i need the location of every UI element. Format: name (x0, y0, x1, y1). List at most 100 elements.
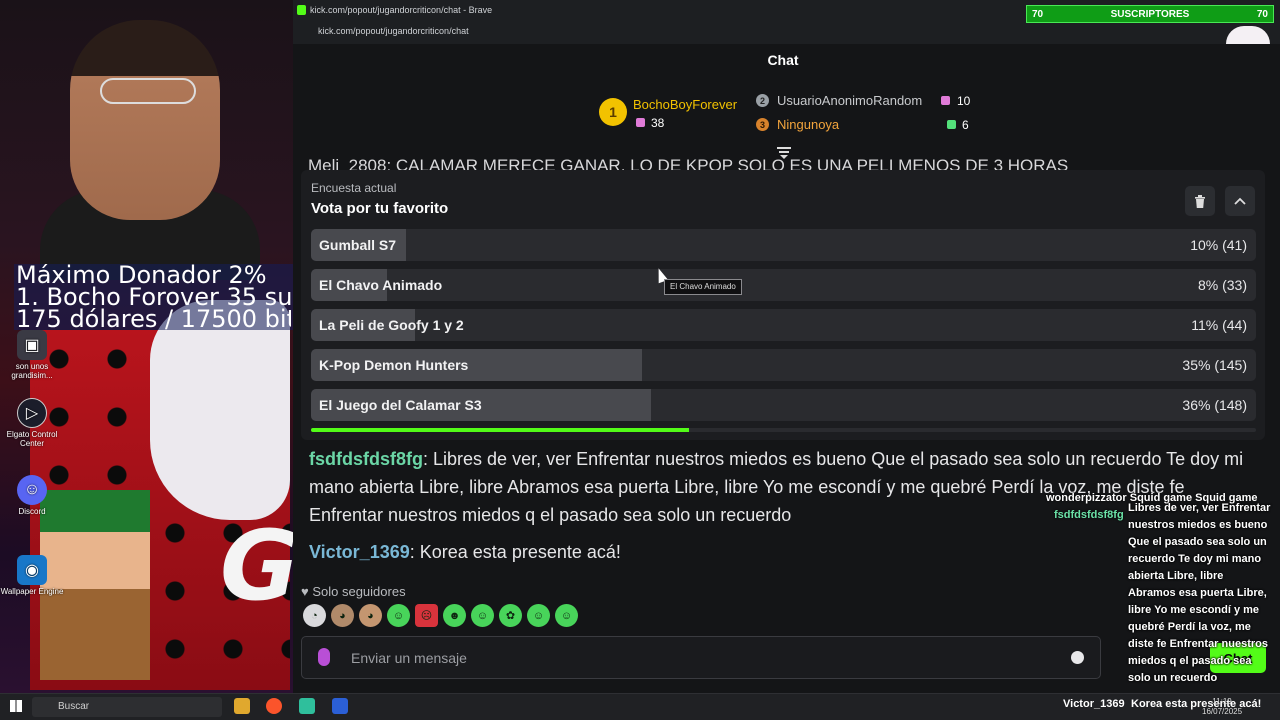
followers-only-label: Solo seguidores (312, 584, 406, 599)
desktop-icon[interactable]: ▷ Elgato Control Center (0, 398, 64, 448)
emote-icon[interactable]: ☺ (471, 604, 494, 627)
chat-colon: : (409, 542, 420, 562)
chat-text: Korea esta presente acá! (419, 542, 621, 562)
overlay-chat-text: Libres de ver, ver Enfrentar nuestros mi… (1128, 502, 1271, 684)
donor-line: 1. Bocho Forover 35 subs/ (16, 286, 291, 308)
streamer-glasses (100, 78, 196, 104)
desktop-icon-label: Wallpaper Engine (0, 587, 64, 596)
poll-option-label: K-Pop Demon Hunters (319, 357, 469, 373)
gift-icon (941, 96, 950, 105)
emote-icon[interactable]: ✿ (499, 604, 522, 627)
window-title: kick.com/popout/jugandorcriticon/chat - … (310, 5, 493, 15)
overlay-chat-prev-user: wonderpizzator (1046, 492, 1127, 504)
streamer-face (70, 20, 220, 220)
poll-label: Encuesta actual (311, 181, 397, 195)
brave-browser-icon[interactable] (266, 698, 282, 714)
chat-message: Victor_1369: Korea esta presente acá! (309, 538, 1254, 566)
taskbar-search-label: Buscar (58, 701, 90, 712)
donor-title: Máximo Donador 2% (16, 264, 267, 286)
subscriber-counter: 70 SUSCRIPTORES 70 (1026, 5, 1274, 23)
poll-time-progress (311, 428, 1256, 432)
emote-icon[interactable]: ◕ (331, 604, 354, 627)
start-windows-icon[interactable] (10, 700, 22, 712)
followers-only-notice: ♥ Solo seguidores (301, 584, 406, 599)
trash-icon (1195, 194, 1205, 208)
address-bar[interactable]: kick.com/popout/jugandorcriticon/chat (318, 26, 469, 36)
desktop-icon[interactable]: ▣ son unos grandisim... (0, 330, 64, 380)
leader-count-1: 38 (651, 116, 665, 130)
poll-time-progress-fill (311, 428, 689, 432)
chat-username[interactable]: fsdfdsfdsf8fg (309, 449, 423, 469)
microphone-icon[interactable] (318, 648, 330, 666)
gift-leaderboard: 1 BochoBoyForever 38 2 UsuarioAnonimoRan… (293, 90, 1280, 146)
poll-option-result: 10% (41) (1190, 237, 1247, 253)
kick-logo-icon (297, 5, 306, 15)
wallpaper-engine-icon: ◉ (17, 555, 47, 585)
anime-character (150, 300, 290, 520)
poll-option-result: 36% (148) (1182, 397, 1247, 413)
elgato-icon: ▷ (17, 398, 47, 428)
taskbar-search[interactable]: Buscar (32, 697, 222, 717)
emote-bar: ◔ ◕ ◕ ☺ ☹ ☻ ☺ ✿ ☺ ☺ (303, 604, 578, 630)
emote-icon[interactable]: ◔ (303, 604, 326, 627)
rank-badge-1: 1 (599, 98, 627, 126)
poll-option-result: 35% (145) (1182, 357, 1247, 373)
desktop-icon[interactable]: ◉ Wallpaper Engine (0, 555, 64, 596)
desktop-icon[interactable]: ☺ Discord (0, 475, 64, 516)
emote-icon[interactable]: ☺ (555, 604, 578, 627)
chevron-up-icon (1234, 197, 1246, 205)
overlay-chat-user: fsdfdsfdsf8fg (1054, 509, 1124, 521)
poll-option[interactable]: K-Pop Demon Hunters 35% (145) (311, 349, 1256, 381)
poll-title: Vota por tu favorito (311, 200, 449, 217)
desktop-icon-label: son unos grandisim... (11, 362, 53, 380)
image-thumb-icon: ▣ (17, 330, 47, 360)
file-explorer-icon[interactable] (234, 698, 250, 714)
poll-option-label: Gumball S7 (319, 237, 397, 253)
gift-icon (947, 120, 956, 129)
leader-name-1[interactable]: BochoBoyForever (633, 97, 737, 112)
poll-option[interactable]: La Peli de Goofy 1 y 2 11% (44) (311, 309, 1256, 341)
poll-option-result: 8% (33) (1197, 277, 1247, 293)
leader-count-3: 6 (962, 118, 969, 132)
collapse-poll-button[interactable] (1225, 186, 1255, 216)
poll-option-label: El Chavo Animado (319, 277, 443, 293)
delete-poll-button[interactable] (1185, 186, 1215, 216)
message-input[interactable] (351, 647, 1051, 669)
desktop-icon-label: Elgato Control Center (6, 430, 58, 448)
emote-icon[interactable]: ☻ (443, 604, 466, 627)
emoji-picker-icon[interactable] (1071, 651, 1084, 664)
leader-count-2: 10 (957, 94, 971, 108)
desktop-icon-label: Discord (18, 507, 46, 516)
discord-icon: ☺ (17, 475, 47, 505)
leader-name-3[interactable]: Ningunoya (777, 117, 839, 132)
emote-icon[interactable]: ☺ (387, 604, 410, 627)
word-icon[interactable] (332, 698, 348, 714)
poll-option-label: La Peli de Goofy 1 y 2 (319, 317, 464, 333)
leader-name-2[interactable]: UsuarioAnonimoRandom (777, 93, 922, 108)
subs-label: SUSCRIPTORES (1110, 8, 1190, 20)
poll-option[interactable]: El Juego del Calamar S3 36% (148) (311, 389, 1256, 421)
chat-colon: : (423, 449, 434, 469)
emote-icon[interactable]: ◕ (359, 604, 382, 627)
gift-icon (636, 118, 645, 127)
chat-username[interactable]: Victor_1369 (309, 542, 410, 562)
emote-icon[interactable]: ☺ (527, 604, 550, 627)
subs-count-right: 70 (1256, 8, 1268, 20)
poll-option[interactable]: Gumball S7 10% (41) (311, 229, 1256, 261)
clock-time: 11:19 (1212, 697, 1232, 706)
top-donor-panel: Máximo Donador 2% 1. Bocho Forover 35 su… (14, 264, 293, 330)
clock-date: 16/07/2025 (1202, 707, 1243, 716)
subs-count-left: 70 (1032, 8, 1044, 20)
rank-badge-2: 2 (756, 94, 769, 107)
app-icon[interactable] (299, 698, 315, 714)
poll-option[interactable]: El Chavo Animado 8% (33) (311, 269, 1256, 301)
poll-option-label: El Juego del Calamar S3 (319, 397, 482, 413)
overlay-graphic-letters: G (220, 510, 293, 622)
poll-option-result: 11% (44) (1191, 317, 1247, 333)
taskbar-overlay-user: Victor_1369 (1063, 698, 1125, 710)
emote-icon[interactable]: ☹ (415, 604, 438, 627)
chat-title: Chat (767, 52, 799, 68)
tooltip: El Chavo Animado (664, 279, 742, 295)
heart-icon: ♥ (301, 584, 309, 599)
donor-line: 175 dólares / 17500 bits (16, 308, 291, 330)
